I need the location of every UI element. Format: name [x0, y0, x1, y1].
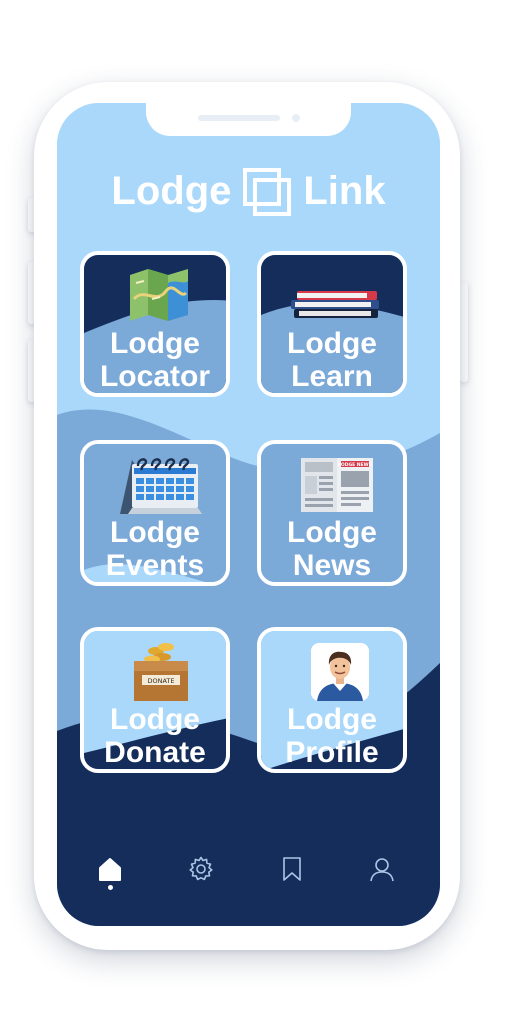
phone-notch: [146, 103, 351, 136]
donation-box-icon: DONATE: [134, 643, 188, 701]
tile-lodge-donate[interactable]: DONATE Lodge Donate: [80, 627, 230, 773]
tile-label: Lodge Profile: [285, 703, 379, 769]
tile-lodge-profile[interactable]: Lodge Profile: [257, 627, 407, 773]
tile-label: Lodge Events: [105, 516, 205, 582]
tile-lodge-locator[interactable]: Lodge Locator: [80, 251, 230, 397]
nav-settings[interactable]: [181, 849, 221, 889]
tile-label: Lodge Locator: [99, 327, 210, 393]
tile-lodge-news[interactable]: LODGE NEWS Lodge News: [257, 440, 407, 586]
logo-text-left: Lodge: [111, 168, 232, 213]
nav-bookmarks[interactable]: [272, 849, 312, 889]
calendar-icon: [120, 458, 202, 514]
front-camera: [292, 114, 300, 122]
newspaper-icon: LODGE NEWS: [301, 458, 373, 512]
side-button-power: [460, 282, 468, 382]
bottom-navigation: [57, 843, 440, 903]
app-screen: Lodge Link Lodge Locator Lodge Learn Lod…: [57, 103, 440, 926]
nav-profile[interactable]: [362, 849, 402, 889]
donate-box-text: DONATE: [147, 677, 174, 685]
tile-label: Lodge Learn: [287, 327, 377, 393]
tile-label: Lodge News: [287, 516, 377, 582]
active-indicator: [108, 885, 113, 890]
person-avatar-icon: [311, 643, 369, 701]
tile-lodge-learn[interactable]: Lodge Learn: [257, 251, 407, 397]
books-stack-icon: [291, 291, 379, 318]
tile-label: Lodge Donate: [104, 703, 206, 769]
folded-map-icon: [130, 269, 188, 321]
gear-icon: [189, 856, 213, 881]
app-logo: Lodge Link: [57, 161, 440, 221]
user-icon: [370, 858, 394, 882]
tile-lodge-events[interactable]: Lodge Events: [80, 440, 230, 586]
home-icon: [99, 858, 121, 881]
nav-home[interactable]: [90, 849, 130, 889]
bookmark-icon: [283, 857, 301, 881]
newspaper-header-text: LODGE NEWS: [338, 462, 372, 468]
speaker-grille: [198, 115, 280, 121]
logo-squares-icon: [241, 166, 293, 216]
logo-text-right: Link: [303, 168, 386, 213]
